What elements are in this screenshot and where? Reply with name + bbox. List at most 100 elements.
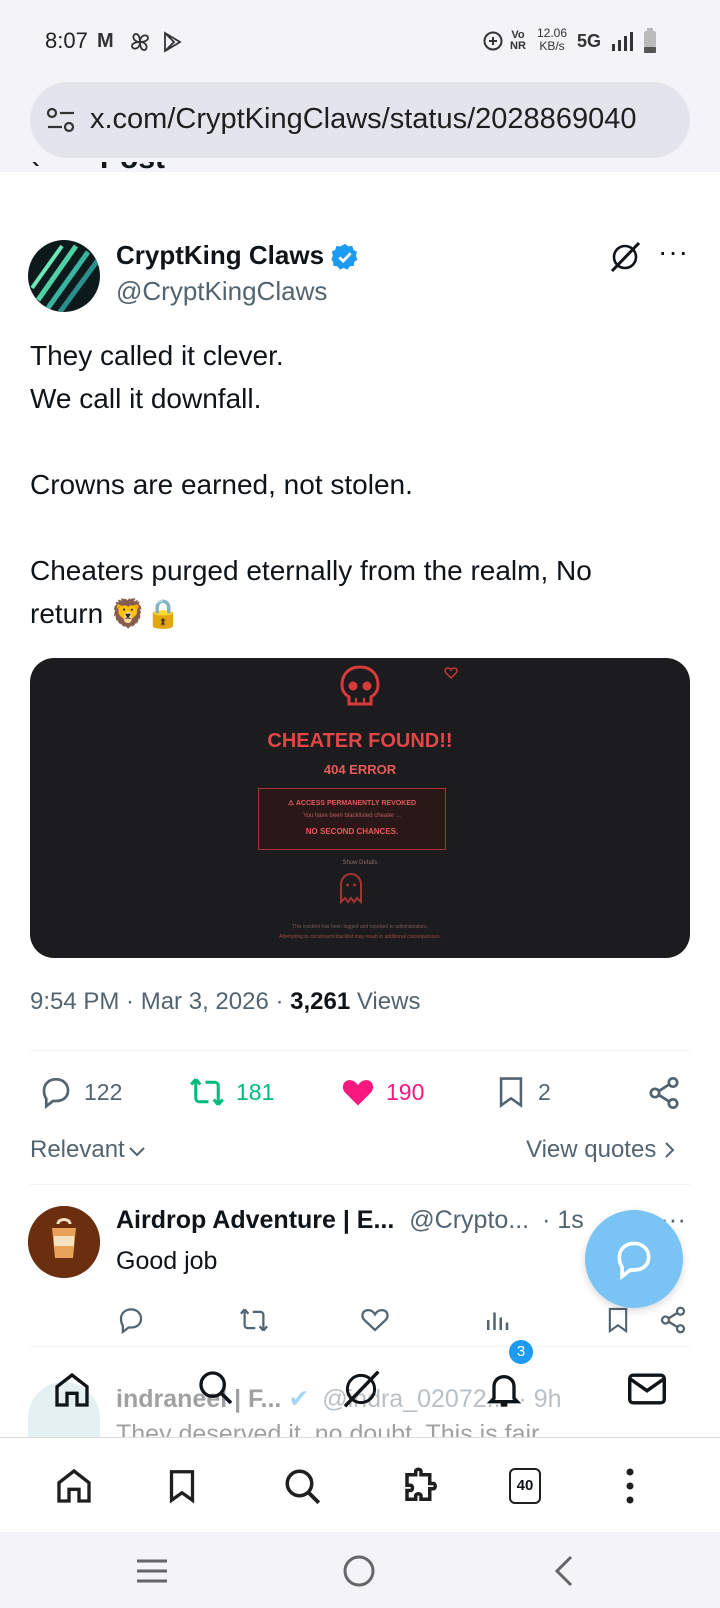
- reply-author-name[interactable]: Airdrop Adventure | E...: [116, 1206, 394, 1234]
- pinwheel-icon: [131, 33, 149, 51]
- home-icon[interactable]: [52, 1370, 92, 1410]
- footer-line-1: This incident has been logged and report…: [292, 924, 428, 930]
- share-icon[interactable]: [646, 1075, 682, 1111]
- view-quotes-link[interactable]: View quotes: [526, 1136, 678, 1164]
- tabs-count: 40: [516, 1477, 534, 1494]
- bookmark-count: 2: [538, 1078, 551, 1105]
- network-type: 5G: [577, 31, 602, 51]
- show-details: Show Details: [342, 860, 378, 866]
- data-saver-icon: [483, 31, 503, 51]
- post-line: return 🦁🔒: [30, 598, 181, 629]
- views-count: 3,261: [290, 988, 351, 1015]
- reply-age: · 1s: [542, 1206, 584, 1234]
- volte-label-2: NR: [510, 40, 526, 52]
- author-avatar[interactable]: [28, 240, 100, 312]
- bookmark-icon[interactable]: [164, 1466, 200, 1506]
- reply-author-handle[interactable]: @Crypto...: [409, 1206, 529, 1234]
- notifications-badge: 3: [509, 1340, 533, 1364]
- revoked-box: ⚠ ACCESS PERMANENTLY REVOKED You have be…: [258, 788, 446, 850]
- signal-icon: [612, 32, 633, 51]
- compose-reply-button[interactable]: [585, 1210, 683, 1308]
- divider: [30, 1346, 690, 1347]
- sort-label: Relevant: [30, 1136, 125, 1163]
- app-notification-icon: M: [97, 30, 114, 52]
- status-time: 8:07: [45, 28, 88, 53]
- reply-header: Airdrop Adventure | E... @Crypto... · 1s: [116, 1206, 584, 1235]
- revoked-heading: ACCESS PERMANENTLY REVOKED: [295, 800, 417, 807]
- chat-bubble-icon: [617, 1241, 651, 1281]
- divider: [30, 1184, 690, 1185]
- repost-icon: [190, 1078, 224, 1106]
- post-line: Cheaters purged eternally from the realm…: [30, 555, 592, 586]
- reply-icon: [42, 1077, 70, 1110]
- heart-outline-icon[interactable]: [360, 1305, 390, 1335]
- reply-avatar[interactable]: [28, 1206, 100, 1278]
- reply-button[interactable]: 122: [38, 1074, 122, 1110]
- site-settings-icon[interactable]: [46, 106, 76, 134]
- post-time: 9:54 PM: [30, 988, 120, 1015]
- status-bar: 8:07 M Vo NR 12.06 KB/s 5G: [0, 0, 720, 84]
- search-icon[interactable]: [282, 1466, 324, 1508]
- home-icon[interactable]: [54, 1466, 94, 1506]
- x-bottom-nav: 3: [0, 1340, 720, 1420]
- analytics-icon[interactable]: [482, 1305, 512, 1335]
- reply-icon[interactable]: [116, 1305, 146, 1335]
- repost-icon[interactable]: [238, 1305, 270, 1335]
- bookmark-button[interactable]: 2: [494, 1074, 551, 1110]
- post-line: We call it downfall.: [30, 383, 262, 414]
- post-line: [30, 506, 690, 549]
- system-navigation-bar: [0, 1532, 720, 1608]
- post-meta: 9:54 PM · Mar 3, 2026 · 3,261 Views: [30, 988, 421, 1015]
- heart-outline-icon: [444, 667, 458, 679]
- repost-button[interactable]: 181: [188, 1074, 274, 1110]
- post-header: ‹ Post: [30, 162, 230, 176]
- back-arrow-icon[interactable]: ‹: [30, 162, 40, 176]
- grok-icon[interactable]: [608, 240, 642, 274]
- post-line: They called it clever.: [30, 340, 284, 371]
- data-speed: 12.06: [537, 26, 568, 40]
- repost-count: 181: [236, 1078, 275, 1105]
- search-icon[interactable]: [196, 1368, 236, 1408]
- revoked-footer: NO SECOND CHANCES.: [305, 827, 399, 836]
- bell-icon[interactable]: [484, 1370, 524, 1410]
- browser-bottom-bar: 40: [0, 1437, 720, 1532]
- back-icon[interactable]: [552, 1554, 576, 1588]
- battery-icon: [644, 28, 656, 53]
- reply-count: 122: [84, 1078, 123, 1105]
- post-image[interactable]: CHEATER FOUND!! 404 ERROR ⚠ ACCESS PERMA…: [30, 658, 690, 958]
- divider: [30, 1050, 690, 1051]
- skull-icon: [340, 665, 380, 706]
- more-options-icon[interactable]: ···: [658, 236, 689, 268]
- recents-icon[interactable]: [134, 1556, 170, 1586]
- like-count: 190: [386, 1078, 425, 1105]
- post-line: [30, 420, 690, 463]
- mail-icon[interactable]: [626, 1370, 668, 1408]
- view-quotes-label: View quotes: [526, 1136, 657, 1163]
- menu-dots-icon[interactable]: [624, 1466, 636, 1506]
- like-button[interactable]: 190: [340, 1074, 424, 1110]
- reply-text: They deserved it, no doubt. This is fair: [116, 1420, 540, 1437]
- tabs-counter-button[interactable]: 40: [509, 1468, 541, 1504]
- page-title: Post: [100, 162, 165, 176]
- author-handle[interactable]: @CryptKingClaws: [116, 276, 327, 307]
- bookmark-icon: [499, 1077, 523, 1108]
- extensions-icon[interactable]: [400, 1466, 442, 1508]
- revoked-line: You have been blacklisted cheater ...: [303, 813, 401, 819]
- grok-icon[interactable]: [340, 1368, 382, 1410]
- share-icon[interactable]: [658, 1305, 688, 1335]
- warning-icon: ⚠: [287, 800, 296, 807]
- footer-line-2: Attempting to circumvent blacklist may r…: [279, 934, 441, 940]
- chevron-down-icon: [129, 1147, 145, 1157]
- url-text[interactable]: x.com/CryptKingClaws/status/2028869040: [90, 103, 680, 136]
- home-circle-icon[interactable]: [342, 1554, 376, 1588]
- heart-filled-icon: [342, 1080, 374, 1106]
- reply-text: Good job: [116, 1247, 218, 1275]
- bookmark-icon[interactable]: [604, 1305, 632, 1335]
- chevron-right-icon: [665, 1142, 675, 1158]
- post-text: They called it clever. We call it downfa…: [30, 334, 690, 635]
- author-name[interactable]: CryptKing Claws: [116, 240, 324, 271]
- sort-dropdown[interactable]: Relevant: [30, 1136, 147, 1164]
- post-date: Mar 3, 2026: [140, 988, 269, 1015]
- views-label: Views: [356, 988, 421, 1015]
- coffee-cup-icon: [28, 1206, 100, 1278]
